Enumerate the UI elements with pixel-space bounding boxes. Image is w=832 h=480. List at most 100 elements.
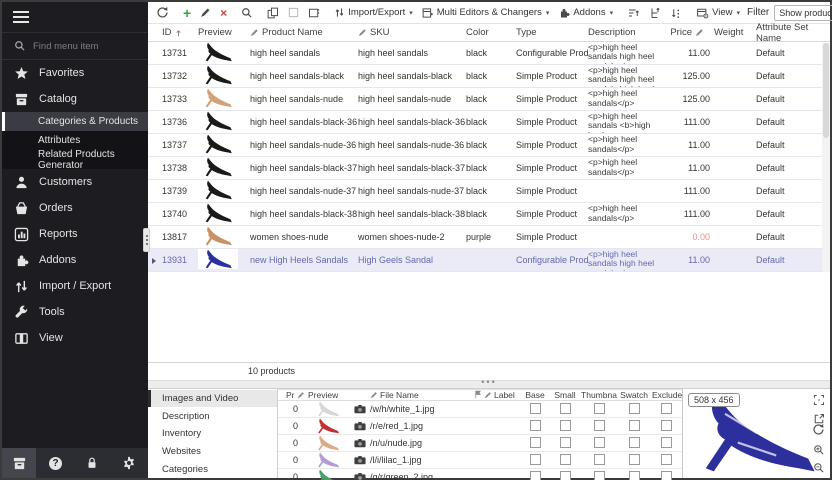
refresh-button[interactable] [154,5,171,20]
addons-button[interactable]: Addons [556,6,615,20]
checkbox-swatch[interactable] [629,420,640,431]
sidebar-item-addons[interactable]: Addons [2,247,148,273]
col-header-id[interactable]: ID [162,27,198,38]
table-row[interactable]: 13732 high heel sandals-black high heel … [148,65,830,88]
checkbox-small[interactable] [560,471,571,480]
checkbox-thumbnail[interactable] [594,420,605,431]
checkbox-exclude[interactable] [661,471,672,480]
col-header-product-name[interactable]: Product Name [250,27,358,38]
checkbox-exclude[interactable] [661,437,672,448]
sidebar-item-reports[interactable]: Reports [2,221,148,247]
col-header-price[interactable]: Price [666,27,714,38]
sort-order-button[interactable] [668,6,684,20]
multi-editors-button[interactable]: Multi Editors & Changers [420,6,552,20]
lock-button[interactable] [75,448,109,478]
checkbox-exclude[interactable] [661,403,672,414]
table-row[interactable]: 13733 high heel sandals-nude high heel s… [148,88,830,111]
sidebar-item-categories-products[interactable]: Categories & Products [2,112,148,131]
col-header-type[interactable]: Type [516,27,588,38]
table-row[interactable]: 13737 high heel sandals-nude-36 high hee… [148,134,830,157]
filter-select[interactable]: Show products from selected categories ▾ [774,5,832,21]
table-row[interactable]: 13817 women shoes-nude women shoes-nude-… [148,226,830,249]
checkbox-small[interactable] [560,420,571,431]
fit-to-view-button[interactable] [813,394,825,406]
sidebar-item-orders[interactable]: Orders [2,195,148,221]
checkbox-thumbnail[interactable] [594,403,605,414]
zoom-out-button[interactable] [813,462,825,474]
col-header-weight[interactable]: Weight [714,27,756,38]
checkbox-small[interactable] [560,437,571,448]
sidebar-item-tools[interactable]: Tools [2,299,148,325]
table-row[interactable]: 13736 high heel sandals-black-36 high he… [148,111,830,134]
checkbox-swatch[interactable] [629,454,640,465]
scrollbar-thumb[interactable] [823,43,829,138]
col-header-thumbnail[interactable]: Thumbna [580,390,618,400]
checkbox-base[interactable] [530,471,541,480]
checkbox-swatch[interactable] [629,403,640,414]
sidebar-item-related-products-generator[interactable]: Related Products Generator [2,150,148,169]
checkbox-base[interactable] [530,437,541,448]
sidebar-item-view[interactable]: View [2,325,148,351]
help-button[interactable]: ? [39,448,73,478]
table-row[interactable]: 13731 high heel sandals high heel sandal… [148,42,830,65]
col-header-small[interactable]: Small [550,390,580,400]
image-row[interactable]: 0 /r/e/red_1.jpg [278,418,682,435]
checkbox-base[interactable] [530,454,541,465]
rotate-button[interactable] [812,423,825,436]
checkbox-exclude[interactable] [661,454,672,465]
tab-websites[interactable]: Websites [148,443,277,461]
store-button[interactable] [2,448,36,478]
col-header-preview[interactable]: Preview [308,390,354,400]
col-header-swatch[interactable]: Swatch [618,390,650,400]
checkbox-thumbnail[interactable] [594,471,605,480]
select-button[interactable] [286,6,301,19]
col-header-sku[interactable]: SKU [358,27,466,38]
image-row[interactable]: 0 /l/i/lilac_1.jpg [278,452,682,469]
checkbox-small[interactable] [560,454,571,465]
expand-tree-button[interactable] [647,6,663,20]
zoom-in-button[interactable] [813,444,825,456]
col-header-description[interactable]: Description [588,27,666,38]
image-row[interactable]: 0 /g/r/green_2.jpg [278,469,682,480]
col-header-pr[interactable]: Pr [286,390,308,400]
settings-button[interactable] [112,448,146,478]
col-header-label[interactable]: Label [484,390,520,400]
col-header-file-name[interactable]: File Name [370,390,474,400]
col-header-color[interactable]: Color [466,27,516,38]
checkbox-thumbnail[interactable] [594,437,605,448]
checkbox-base[interactable] [530,420,541,431]
checkbox-thumbnail[interactable] [594,454,605,465]
col-header-base[interactable]: Base [520,390,550,400]
tab-images-and-video[interactable]: Images and Video [148,390,277,408]
table-row[interactable]: 13740 high heel sandals-black-38 high he… [148,203,830,226]
sidebar-item-catalog[interactable]: Catalog [2,86,148,112]
table-row[interactable]: 13739 high heel sandals-nude-37 high hee… [148,180,830,203]
sort-az-button[interactable] [625,6,642,20]
tab-description[interactable]: Description [148,407,277,425]
sidebar-item-customers[interactable]: Customers [2,169,148,195]
col-header-exclude[interactable]: Exclude [650,390,682,400]
col-header-preview[interactable]: Preview [198,27,250,38]
view-button[interactable]: View [694,6,742,20]
copy-button[interactable] [265,6,281,20]
checkbox-base[interactable] [530,403,541,414]
sidebar-search[interactable] [2,32,148,60]
add-button[interactable]: + [181,5,193,21]
table-row-selected[interactable]: 13931 new High Heels Sandals High Geels … [148,249,830,272]
image-row[interactable]: 0 /n/u/nude.jpg [278,435,682,452]
edit-button[interactable] [198,6,213,19]
sidebar-splitter[interactable] [143,228,150,252]
sidebar-item-attributes[interactable]: Attributes [2,131,148,150]
tab-inventory[interactable]: Inventory [148,425,277,443]
grid-scrollbar[interactable] [822,43,830,272]
tab-categories[interactable]: Categories [148,460,277,478]
search-button[interactable] [239,6,255,20]
checkbox-swatch[interactable] [629,437,640,448]
search-input[interactable] [33,41,133,52]
import-export-button[interactable]: Import/Export [332,6,415,19]
image-row[interactable]: 0 /w/h/white_1.jpg [278,401,682,418]
checkbox-small[interactable] [560,403,571,414]
sidebar-item-favorites[interactable]: Favorites [2,60,148,86]
table-row[interactable]: 13738 high heel sandals-black-37 high he… [148,157,830,180]
columns-button[interactable] [306,6,322,20]
